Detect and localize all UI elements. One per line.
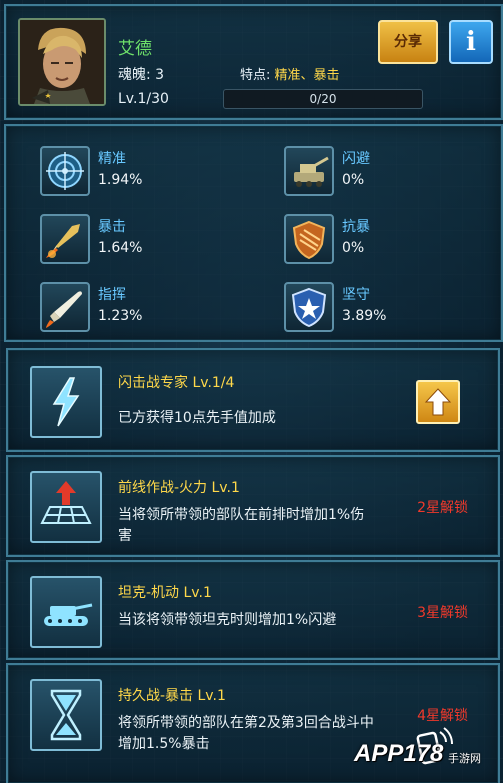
stat-value: 3.89% bbox=[342, 308, 387, 324]
skill-title: 持久战-暴击 Lv.1 bbox=[118, 688, 226, 704]
skill-description: 当将领所带领的部队在前排时增加1%伤害 bbox=[118, 507, 365, 544]
site-watermark: APP178 手游网 bbox=[350, 726, 500, 778]
rocket-icon bbox=[40, 282, 90, 332]
skill-card-blitz[interactable]: 闪击战专家 Lv.1/4 已方获得10点先手值加成 bbox=[6, 348, 500, 452]
skill-title: 前线作战-火力 Lv.1 bbox=[118, 480, 240, 496]
stat-name: 抗暴 bbox=[342, 219, 370, 235]
exp-progress-text: 0/20 bbox=[309, 92, 337, 106]
target-icon bbox=[40, 146, 90, 196]
hero-portrait[interactable] bbox=[18, 18, 106, 106]
hero-name: 艾德 bbox=[118, 39, 152, 59]
shield-icon bbox=[284, 214, 334, 264]
tank-icon bbox=[30, 576, 102, 648]
artillery-icon bbox=[284, 146, 334, 196]
stat-value: 1.64% bbox=[98, 240, 143, 256]
upgrade-button[interactable] bbox=[416, 380, 460, 424]
unlock-requirement: 2星解锁 bbox=[417, 500, 468, 516]
watermark-text: APP178 bbox=[354, 740, 444, 767]
skill-description: 已方获得10点先手值加成 bbox=[118, 410, 276, 426]
hourglass-icon bbox=[30, 679, 102, 751]
stat-value: 0% bbox=[342, 172, 365, 188]
share-button[interactable]: 分享 bbox=[378, 20, 438, 64]
stat-name: 暴击 bbox=[98, 219, 126, 235]
trait-info: 特点: 精准、暴击 bbox=[240, 64, 340, 83]
skill-title: 坦克-机动 Lv.1 bbox=[118, 585, 212, 601]
watermark-subtext: 手游网 bbox=[448, 752, 481, 765]
trait-label: 特点: bbox=[240, 68, 275, 83]
skill-description: 将领所带领的部队在第2及第3回合战斗中增加1.5%暴击 bbox=[118, 715, 374, 752]
stat-name: 坚守 bbox=[342, 287, 370, 303]
info-button[interactable]: i bbox=[449, 20, 493, 64]
stat-name: 指挥 bbox=[98, 287, 126, 303]
skill-title: 闪击战专家 Lv.1/4 bbox=[118, 375, 235, 391]
grid-arrow-icon bbox=[30, 471, 102, 543]
stat-value: 1.23% bbox=[98, 308, 143, 324]
trait-value: 精准、暴击 bbox=[274, 68, 340, 83]
skill-card-frontline[interactable]: 前线作战-火力 Lv.1 当将领所带领的部队在前排时增加1%伤害 2星解锁 bbox=[6, 455, 500, 557]
hero-level: Lv.1/30 bbox=[118, 91, 169, 107]
soul-count: 魂魄: 3 bbox=[118, 67, 165, 83]
stat-name: 闪避 bbox=[342, 151, 370, 167]
star-shield-icon bbox=[284, 282, 334, 332]
missile-icon bbox=[40, 214, 90, 264]
skill-description: 当该将领带领坦克时则增加1%闪避 bbox=[118, 612, 337, 628]
arrow-up-icon bbox=[424, 388, 452, 416]
hero-face-icon bbox=[20, 20, 104, 104]
exp-progress-bar: 0/20 bbox=[223, 89, 423, 109]
unlock-requirement: 4星解锁 bbox=[417, 708, 468, 724]
stat-name: 精准 bbox=[98, 151, 126, 167]
skill-card-tank[interactable]: 坦克-机动 Lv.1 当该将领带领坦克时则增加1%闪避 3星解锁 bbox=[6, 560, 500, 660]
hero-header: 艾德 魂魄: 3 特点: 精准、暴击 Lv.1/30 0/20 分享 i bbox=[4, 4, 503, 120]
stat-value: 0% bbox=[342, 240, 365, 256]
lightning-icon bbox=[30, 366, 102, 438]
stat-value: 1.94% bbox=[98, 172, 143, 188]
stats-panel: 精准 1.94% 闪避 0% 暴击 1.64% 抗暴 0% 指挥 1.23% 坚… bbox=[4, 124, 503, 342]
unlock-requirement: 3星解锁 bbox=[417, 605, 468, 621]
